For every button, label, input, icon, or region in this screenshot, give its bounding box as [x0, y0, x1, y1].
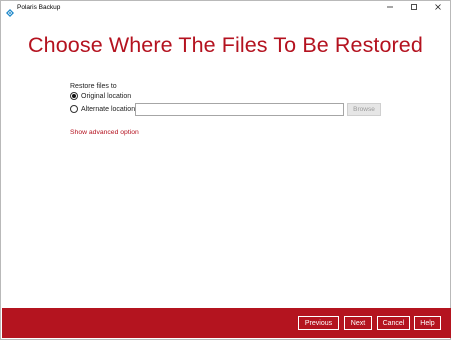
- browse-button[interactable]: Browse: [347, 103, 381, 116]
- cancel-button[interactable]: Cancel: [377, 316, 410, 330]
- close-button[interactable]: [426, 1, 450, 15]
- polaris-app-icon: [6, 4, 14, 17]
- alternate-location-input[interactable]: [135, 103, 344, 116]
- window-title: Polaris Backup: [17, 4, 61, 11]
- minimize-button[interactable]: [378, 1, 402, 15]
- original-location-label: Original location: [81, 92, 132, 100]
- original-location-option[interactable]: Original location: [70, 92, 131, 100]
- alternate-location-label: Alternate location: [81, 105, 136, 113]
- close-icon: [434, 3, 442, 13]
- alternate-location-radio[interactable]: [70, 105, 78, 113]
- show-advanced-option-link[interactable]: Show advanced option: [70, 129, 139, 136]
- footer-bar: Previous Next Cancel Help: [2, 308, 451, 338]
- app-window: Polaris Backup Choose Where The Files To…: [0, 0, 451, 340]
- previous-button[interactable]: Previous: [298, 316, 339, 330]
- title-bar[interactable]: Polaris Backup: [1, 1, 450, 17]
- minimize-icon: [386, 3, 394, 13]
- window-controls: [378, 1, 450, 15]
- page-title: Choose Where The Files To Be Restored: [28, 33, 423, 57]
- maximize-icon: [410, 3, 418, 13]
- maximize-button[interactable]: [402, 1, 426, 15]
- original-location-radio[interactable]: [70, 92, 78, 100]
- alternate-location-option[interactable]: Alternate location: [70, 105, 135, 113]
- help-button[interactable]: Help: [414, 316, 441, 330]
- radio-selected-dot: [72, 94, 76, 98]
- next-button[interactable]: Next: [344, 316, 372, 330]
- restore-files-label: Restore files to: [70, 83, 117, 90]
